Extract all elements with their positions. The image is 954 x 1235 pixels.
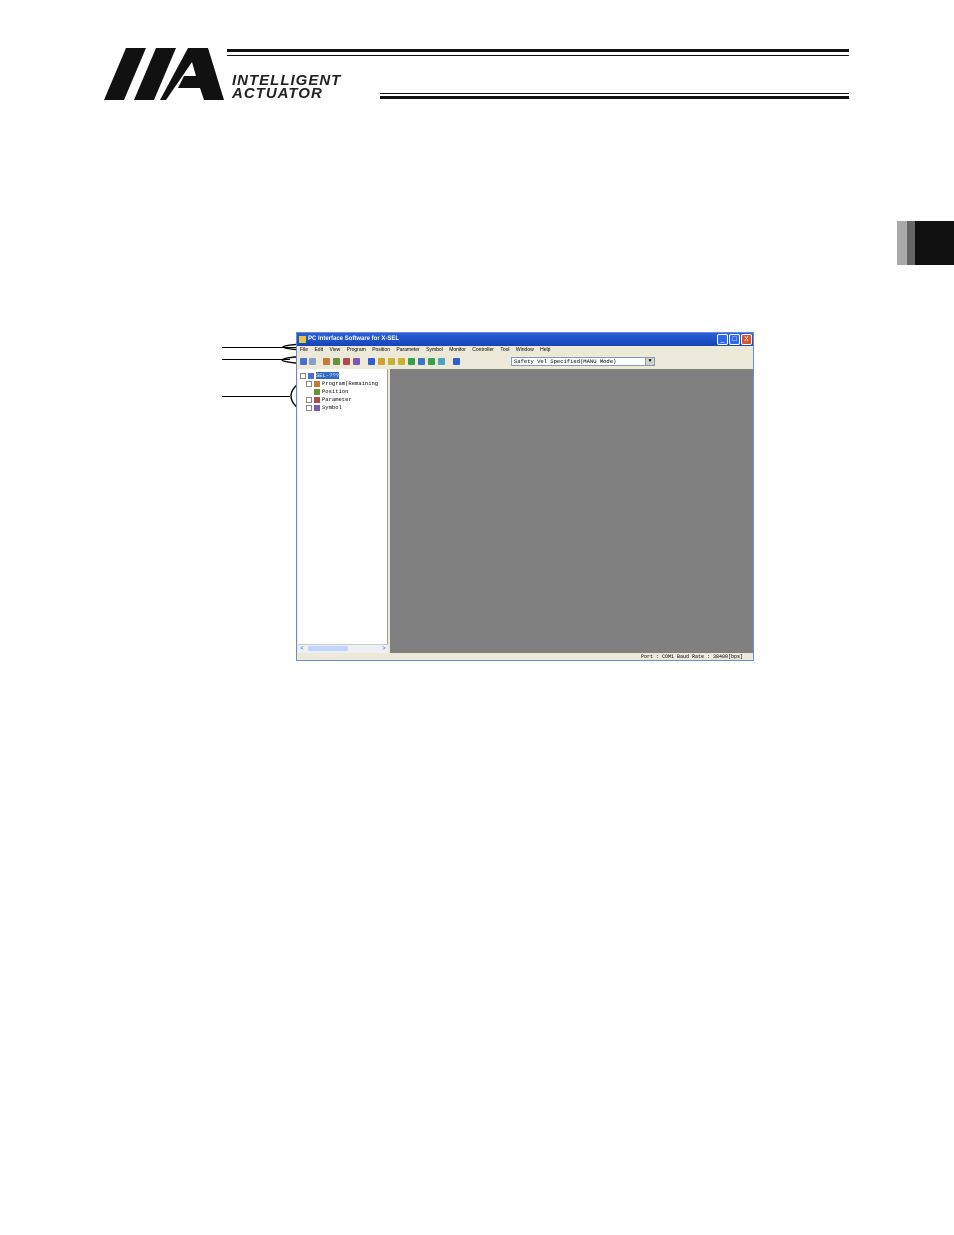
menu-tool[interactable]: Tool: [500, 346, 509, 355]
toolbar-monitor-icon[interactable]: [418, 358, 425, 365]
parameter-icon: [314, 396, 320, 403]
menu-position[interactable]: Position: [372, 346, 390, 355]
toolbar-upload-icon[interactable]: [378, 358, 385, 365]
toolbar-help-icon[interactable]: [453, 358, 460, 365]
menu-controller[interactable]: Controller: [472, 346, 494, 355]
menu-file[interactable]: File: [300, 346, 308, 355]
tree-item-program[interactable]: Program(Remaining: [306, 380, 378, 388]
menu-edit[interactable]: Edit: [314, 346, 323, 355]
status-text: Port : COM1 Baud Rate : 38400[bps]: [640, 654, 743, 660]
header-rule-top: [227, 49, 849, 52]
scroll-left-icon[interactable]: <: [298, 645, 306, 653]
controller-icon: [308, 372, 314, 379]
toolbar-symbol-icon[interactable]: [353, 358, 360, 365]
toolbar-refresh-icon[interactable]: [438, 358, 445, 365]
menu-view[interactable]: View: [329, 346, 340, 355]
tree-item-symbol[interactable]: Symbol: [306, 404, 342, 412]
toolbar-run-icon[interactable]: [408, 358, 415, 365]
tree-item-parameter[interactable]: Parameter: [306, 396, 352, 404]
window-title: PC Interface Software for X-SEL: [308, 336, 400, 342]
tree-item-label: SEL-???: [316, 372, 340, 379]
program-icon: [314, 380, 320, 387]
tree-item-label: Symbol: [322, 404, 342, 411]
mode-select-value: Safety Vel Specified(MANU Mode): [514, 358, 617, 365]
menu-bar: File Edit View Program Position Paramete…: [297, 346, 753, 355]
company-logo-text: INTELLIGENT ACTUATOR: [232, 73, 341, 101]
close-button[interactable]: X: [741, 334, 752, 345]
header-rule-bottom-thin: [380, 93, 849, 94]
chevron-down-icon[interactable]: ▼: [645, 358, 654, 365]
menu-window[interactable]: Window: [516, 346, 534, 355]
section-tab-marker: [897, 221, 954, 265]
expand-icon[interactable]: [306, 380, 312, 387]
expand-icon[interactable]: [306, 404, 312, 411]
toolbar-move-up-icon[interactable]: [388, 358, 395, 365]
toolbar-parameter-icon[interactable]: [343, 358, 350, 365]
company-logo-mark: [104, 48, 224, 100]
tree-item-label: Position: [322, 388, 349, 395]
toolbar-servo-icon[interactable]: [428, 358, 435, 365]
toolbar-connect-icon[interactable]: [300, 358, 307, 365]
toolbar-move-down-icon[interactable]: [398, 358, 405, 365]
toolbar-download-icon[interactable]: [368, 358, 375, 365]
header-rule-top-thin: [227, 55, 849, 56]
expand-icon[interactable]: [300, 372, 306, 379]
workspace-area: [390, 369, 753, 653]
minimize-button[interactable]: _: [717, 334, 728, 345]
scroll-thumb[interactable]: [308, 646, 348, 651]
toolbar-program-icon[interactable]: [323, 358, 330, 365]
tree-item-controller[interactable]: SEL-???: [300, 372, 340, 380]
project-tree: SEL-??? Program(Remaining Position Param…: [298, 369, 388, 653]
tree-horizontal-scrollbar[interactable]: < >: [298, 644, 388, 653]
toolbar-list-icon[interactable]: [309, 358, 316, 365]
toolbar-position-icon[interactable]: [333, 358, 340, 365]
expand-icon[interactable]: [306, 396, 312, 403]
position-icon: [314, 388, 320, 395]
symbol-icon: [314, 404, 320, 411]
tree-item-label: Parameter: [322, 396, 352, 403]
tree-item-position[interactable]: Position: [314, 388, 348, 396]
menu-monitor[interactable]: Monitor: [449, 346, 466, 355]
menu-help[interactable]: Help: [540, 346, 550, 355]
header-rule-bottom: [380, 96, 849, 99]
menu-parameter[interactable]: Parameter: [396, 346, 419, 355]
menu-symbol[interactable]: Symbol: [426, 346, 443, 355]
app-window: PC Interface Software for X-SEL _ □ X Fi…: [296, 332, 754, 661]
app-icon: [299, 336, 306, 343]
mode-select[interactable]: Safety Vel Specified(MANU Mode) ▼: [511, 357, 655, 366]
menu-program[interactable]: Program: [347, 346, 366, 355]
maximize-button[interactable]: □: [729, 334, 740, 345]
tree-item-label: Program(Remaining: [322, 380, 379, 387]
title-bar[interactable]: PC Interface Software for X-SEL _ □ X: [297, 333, 753, 346]
scroll-right-icon[interactable]: >: [380, 645, 388, 653]
status-bar: Port : COM1 Baud Rate : 38400[bps]: [297, 653, 753, 660]
